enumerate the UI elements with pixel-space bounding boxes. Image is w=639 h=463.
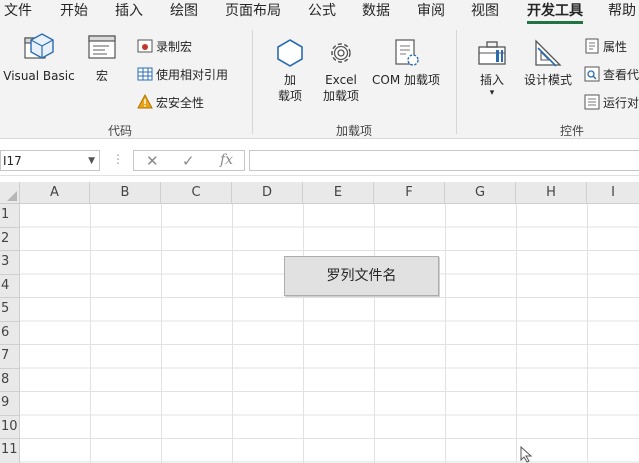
toolbox-icon — [478, 41, 506, 65]
warning-icon — [137, 93, 153, 109]
chevron-down-icon[interactable]: ▼ — [88, 151, 95, 172]
design-mode-button[interactable]: 设计模式 — [518, 38, 578, 88]
insert-control-arrow: ▾ — [489, 88, 495, 98]
macro-security-label: 宏安全性 — [156, 96, 205, 110]
excel-addins-label-line2: 加载项 — [322, 89, 359, 103]
record-macro-icon — [137, 39, 153, 53]
more-options-icon[interactable]: ⋮ — [112, 152, 124, 166]
column-header[interactable]: A — [20, 182, 90, 204]
row-header[interactable]: 4 — [0, 274, 20, 298]
mouse-cursor-icon — [520, 446, 533, 463]
row-header[interactable]: 11 — [0, 439, 20, 463]
macro-security-button[interactable]: 宏安全性 — [137, 93, 205, 111]
macros-button[interactable]: 宏 — [84, 32, 120, 84]
formula-actions: ✕ ✓ fx — [133, 150, 245, 171]
tab-formulas[interactable]: 公式 — [308, 2, 336, 20]
controls-group-label: 控件 — [560, 124, 585, 138]
tab-page-layout[interactable]: 页面布局 — [225, 2, 281, 20]
ribbon-tab-bar: 文件 开始 插入 绘图 页面布局 公式 数据 审阅 开发工具 视图 帮助 — [0, 0, 639, 24]
com-addins-button[interactable]: COM 加载项 — [368, 38, 444, 88]
record-macro-label: 录制宏 — [156, 40, 193, 54]
addins-label-line2: 载项 — [277, 89, 302, 103]
relative-reference-icon — [137, 67, 153, 81]
properties-button[interactable]: 属性 — [584, 38, 627, 55]
insert-function-icon[interactable]: fx — [220, 152, 233, 168]
tab-draw[interactable]: 绘图 — [170, 2, 198, 20]
excel-addins-button[interactable]: Excel 加载项 — [317, 38, 365, 104]
column-header[interactable]: H — [516, 182, 587, 204]
ribbon: Visual Basic 宏 录制宏 使用相对引用 宏安全性 代码 加 载项 E… — [0, 24, 639, 139]
insert-control-button[interactable]: 插入 ▾ — [474, 38, 510, 98]
cancel-icon[interactable]: ✕ — [146, 152, 159, 170]
addins-button[interactable]: 加 载项 — [270, 38, 310, 104]
row-header[interactable]: 7 — [0, 345, 20, 369]
visual-basic-button[interactable]: Visual Basic — [2, 32, 76, 84]
list-filenames-button[interactable]: 罗列文件名 — [284, 256, 439, 296]
view-code-label: 查看代 — [603, 68, 639, 82]
run-dialog-button[interactable]: 运行对 — [584, 94, 639, 111]
tab-file[interactable]: 文件 — [4, 2, 32, 20]
tab-help[interactable]: 帮助 — [608, 2, 636, 20]
macros-label: 宏 — [95, 69, 108, 83]
com-addins-icon — [395, 39, 419, 66]
tab-home[interactable]: 开始 — [60, 2, 88, 20]
properties-label: 属性 — [603, 40, 628, 54]
column-header[interactable]: I — [587, 182, 639, 204]
tab-developer[interactable]: 开发工具 — [527, 2, 583, 24]
properties-icon — [585, 38, 599, 54]
row-header[interactable]: 5 — [0, 298, 20, 322]
run-dialog-icon — [584, 94, 600, 110]
excel-addins-label-line1: Excel — [325, 73, 357, 87]
addins-hexagon-icon — [277, 39, 303, 67]
formula-input[interactable] — [249, 150, 639, 171]
row-header[interactable]: 10 — [0, 415, 20, 439]
relative-reference-label: 使用相对引用 — [156, 68, 229, 82]
addins-label-line1: 加 — [283, 73, 296, 87]
com-addins-label: COM 加载项 — [372, 73, 440, 87]
row-header[interactable]: 9 — [0, 392, 20, 416]
name-box[interactable]: I17 ▼ — [0, 150, 100, 171]
column-header[interactable]: F — [374, 182, 445, 204]
formula-bar: I17 ▼ ⋮ ✕ ✓ fx — [0, 145, 639, 176]
worksheet-grid: A B C D E F G H I 1 2 3 4 5 6 7 8 9 10 1… — [0, 182, 639, 463]
tab-data[interactable]: 数据 — [362, 2, 390, 20]
row-header[interactable]: 6 — [0, 321, 20, 345]
enter-icon[interactable]: ✓ — [182, 152, 195, 170]
record-macro-button[interactable]: 录制宏 — [137, 38, 192, 55]
select-all-button[interactable] — [0, 182, 20, 204]
code-group-label: 代码 — [108, 124, 133, 138]
cell-area[interactable] — [20, 204, 639, 463]
group-separator — [252, 30, 253, 134]
group-separator — [456, 30, 457, 134]
name-box-value: I17 — [3, 154, 22, 168]
gear-icon — [331, 43, 351, 63]
visual-basic-icon — [24, 33, 54, 59]
insert-control-label: 插入 — [479, 73, 504, 87]
view-code-button[interactable]: 查看代 — [584, 66, 639, 83]
row-header[interactable]: 8 — [0, 368, 20, 392]
row-header[interactable]: 3 — [0, 251, 20, 275]
row-header[interactable]: 2 — [0, 227, 20, 251]
row-header[interactable]: 1 — [0, 204, 20, 228]
visual-basic-label: Visual Basic — [3, 69, 75, 83]
run-dialog-label: 运行对 — [603, 96, 639, 110]
tab-view[interactable]: 视图 — [471, 2, 499, 20]
column-header[interactable]: E — [303, 182, 374, 204]
view-code-icon — [584, 66, 600, 82]
tab-review[interactable]: 审阅 — [417, 2, 445, 20]
column-header[interactable]: B — [90, 182, 161, 204]
column-header[interactable]: G — [445, 182, 516, 204]
column-header[interactable]: C — [161, 182, 232, 204]
macros-icon — [88, 35, 116, 59]
relative-reference-button[interactable]: 使用相对引用 — [137, 66, 228, 83]
design-mode-label: 设计模式 — [523, 73, 572, 87]
addins-group-label: 加载项 — [336, 124, 373, 138]
design-mode-ruler-icon — [535, 39, 562, 67]
tab-insert[interactable]: 插入 — [115, 2, 143, 20]
column-header[interactable]: D — [232, 182, 303, 204]
